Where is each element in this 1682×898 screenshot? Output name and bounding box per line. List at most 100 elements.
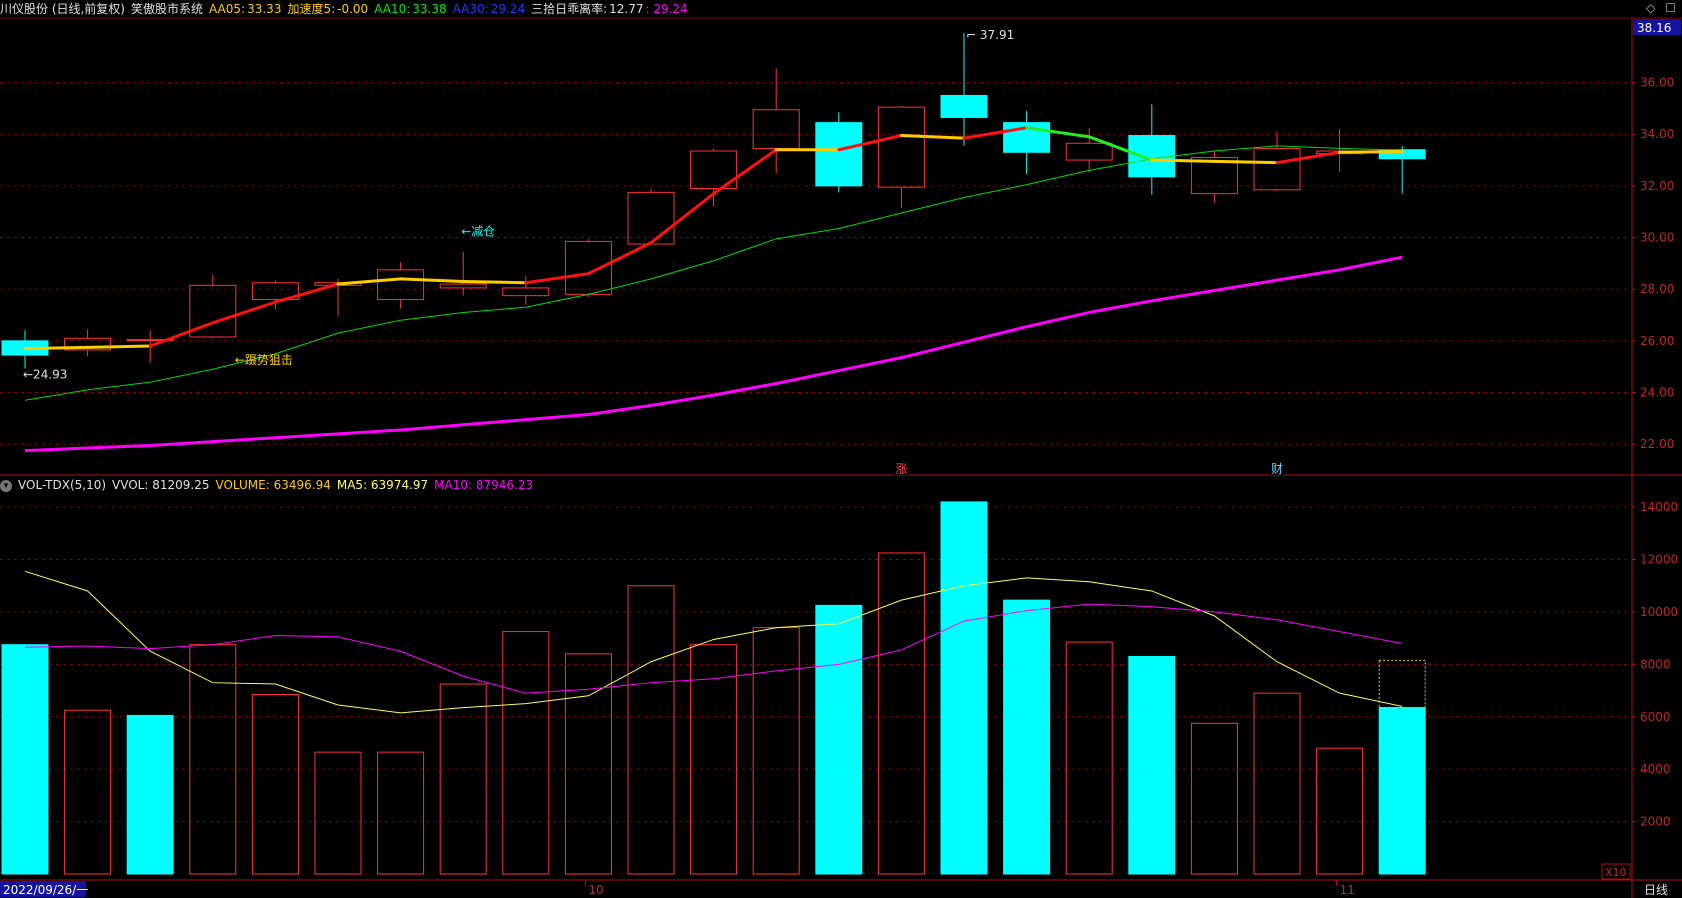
price-tick-label: 36.00 bbox=[1640, 76, 1674, 90]
diamond-icon[interactable]: ◇ bbox=[1646, 1, 1655, 15]
volume-tick-label: 8000 bbox=[1640, 657, 1671, 671]
aa05-segment bbox=[336, 277, 403, 286]
chevron-down-icon[interactable]: ▾ bbox=[0, 479, 12, 492]
aa10-label: AA10: bbox=[374, 2, 411, 16]
candle-body bbox=[1065, 142, 1113, 161]
price-tick-label: 24.00 bbox=[1640, 386, 1674, 400]
aa05-segment bbox=[1150, 158, 1216, 163]
volume-bar bbox=[439, 683, 487, 875]
vvol-value: VVOL: 81209.25 bbox=[112, 478, 210, 492]
price-tick-label: 34.00 bbox=[1640, 127, 1674, 141]
aa30-label: AA30: bbox=[452, 2, 489, 16]
volume-bar bbox=[502, 631, 550, 875]
aa05-segment bbox=[586, 241, 653, 276]
projected-volume-box bbox=[1378, 659, 1426, 709]
volume-value: VOLUME: 63496.94 bbox=[215, 478, 331, 492]
price-tick-label: 32.00 bbox=[1640, 179, 1674, 193]
volume-bar bbox=[1003, 599, 1051, 875]
high-price-annotation: ⌐ 37.91 bbox=[966, 28, 1014, 42]
aa05-segment bbox=[399, 277, 465, 283]
aa05-segment bbox=[461, 279, 528, 285]
volume-tick-label: 4000 bbox=[1640, 762, 1671, 776]
last-price-tag: 38.16 bbox=[1637, 21, 1671, 35]
aa05-segment bbox=[1338, 150, 1404, 154]
price-tick-label: 28.00 bbox=[1640, 282, 1674, 296]
volume-bar bbox=[1065, 641, 1113, 875]
bias-label: 三拾日乖离率: bbox=[531, 2, 608, 16]
aa05-segment bbox=[148, 321, 215, 348]
aa10-value: 33.38 bbox=[412, 2, 447, 16]
aa05-segment bbox=[712, 148, 778, 196]
signal-buy-annotation: ←蹑势狙击 bbox=[235, 353, 293, 367]
volume-bar bbox=[1190, 722, 1238, 875]
volume-tick-label: 2000 bbox=[1640, 815, 1671, 829]
low-price-annotation: ←24.93 bbox=[23, 367, 67, 381]
candle-body bbox=[1128, 135, 1176, 178]
volume-bar bbox=[189, 644, 237, 875]
price-tick-label: 26.00 bbox=[1640, 334, 1674, 348]
candle-body bbox=[815, 122, 863, 187]
aa30-line bbox=[24, 255, 1403, 453]
volume-bar bbox=[940, 501, 988, 875]
volume-bar bbox=[1378, 707, 1426, 875]
price-header: 川仪股份 (日线,前复权) 笑傲股市系统 AA05: 33.33 加速度5: -0.00 A… bbox=[0, 0, 1682, 18]
event-marker: 财 bbox=[1271, 462, 1283, 476]
candle-body bbox=[377, 269, 425, 301]
kline-chart[interactable]: 22.00 24.00 26.00 28.00 30.00 32.00 34.00 36.00… bbox=[0, 0, 1682, 898]
vol-name[interactable]: VOL-TDX(5,10) bbox=[18, 478, 106, 492]
scale-label: X10 bbox=[1605, 866, 1627, 879]
aa10-line bbox=[24, 145, 1403, 401]
candle-body bbox=[752, 109, 800, 149]
stock-title[interactable]: 川仪股份 (日线,前复权) bbox=[0, 2, 125, 16]
volume-bar bbox=[815, 604, 863, 875]
price-tick-label: 22.00 bbox=[1640, 437, 1674, 451]
aa05-segment bbox=[649, 192, 716, 245]
volume-bar bbox=[1253, 692, 1301, 875]
candle-body bbox=[627, 191, 675, 245]
candle-body bbox=[940, 94, 988, 118]
bias-value: 12.77 bbox=[609, 2, 644, 16]
volume-tick-label: 10000 bbox=[1640, 605, 1678, 619]
speed-label: 加速度5: bbox=[287, 2, 336, 16]
candle-body bbox=[564, 240, 612, 295]
square-icon[interactable]: ☐ bbox=[1665, 1, 1676, 15]
system-name: 笑傲股市系统 bbox=[131, 2, 204, 16]
signal-reduce-annotation: ←减仓 bbox=[461, 225, 495, 239]
volume-bar bbox=[64, 709, 112, 875]
x-label-start-date: 2022/09/26/一 bbox=[3, 883, 88, 897]
x-label-month: 10 bbox=[588, 883, 603, 897]
volume-bar bbox=[1, 644, 49, 875]
volume-header: ▾ VOL-TDX(5,10) VVOL: 81209.25 VOLUME: 6349… bbox=[0, 476, 1600, 494]
aa05-segment bbox=[273, 282, 340, 304]
ma5-value: MA5: 63974.97 bbox=[336, 478, 429, 492]
bias2-value: : 29.24 bbox=[645, 2, 688, 16]
aa05-segment bbox=[899, 134, 966, 140]
window-icons: ◇ ☐ bbox=[1646, 1, 1676, 15]
volume-bar bbox=[251, 693, 299, 875]
volume-bar bbox=[1128, 655, 1176, 875]
volume-tick-label: 6000 bbox=[1640, 710, 1671, 724]
volume-bar bbox=[126, 714, 174, 875]
volume-bar bbox=[377, 751, 425, 875]
volume-bar bbox=[877, 552, 925, 875]
price-tick-label: 30.00 bbox=[1640, 231, 1674, 245]
ma10-value: MA10: 87946.23 bbox=[434, 478, 534, 492]
speed-value: -0.00 bbox=[337, 2, 369, 16]
aa05-segment bbox=[23, 345, 90, 351]
x-label-month: 11 bbox=[1340, 883, 1355, 897]
volume-bar bbox=[627, 585, 675, 875]
aa05-segment bbox=[524, 272, 590, 285]
candle-body bbox=[439, 283, 487, 289]
event-marker: 涨 bbox=[895, 461, 907, 476]
volume-bar bbox=[1316, 747, 1364, 875]
volume-tick-label: 12000 bbox=[1640, 553, 1678, 567]
candle-body bbox=[877, 106, 925, 188]
aa05-value: 33.33 bbox=[247, 2, 282, 16]
candle-body bbox=[1253, 147, 1301, 191]
aa05-segment bbox=[1212, 159, 1279, 165]
volume-tick-label: 14000 bbox=[1640, 500, 1678, 514]
aa05-segment bbox=[86, 344, 152, 349]
aa30-value: 29.24 bbox=[490, 2, 526, 16]
vol-ma10-line bbox=[24, 603, 1403, 694]
aa05-label: AA05: bbox=[209, 2, 246, 16]
